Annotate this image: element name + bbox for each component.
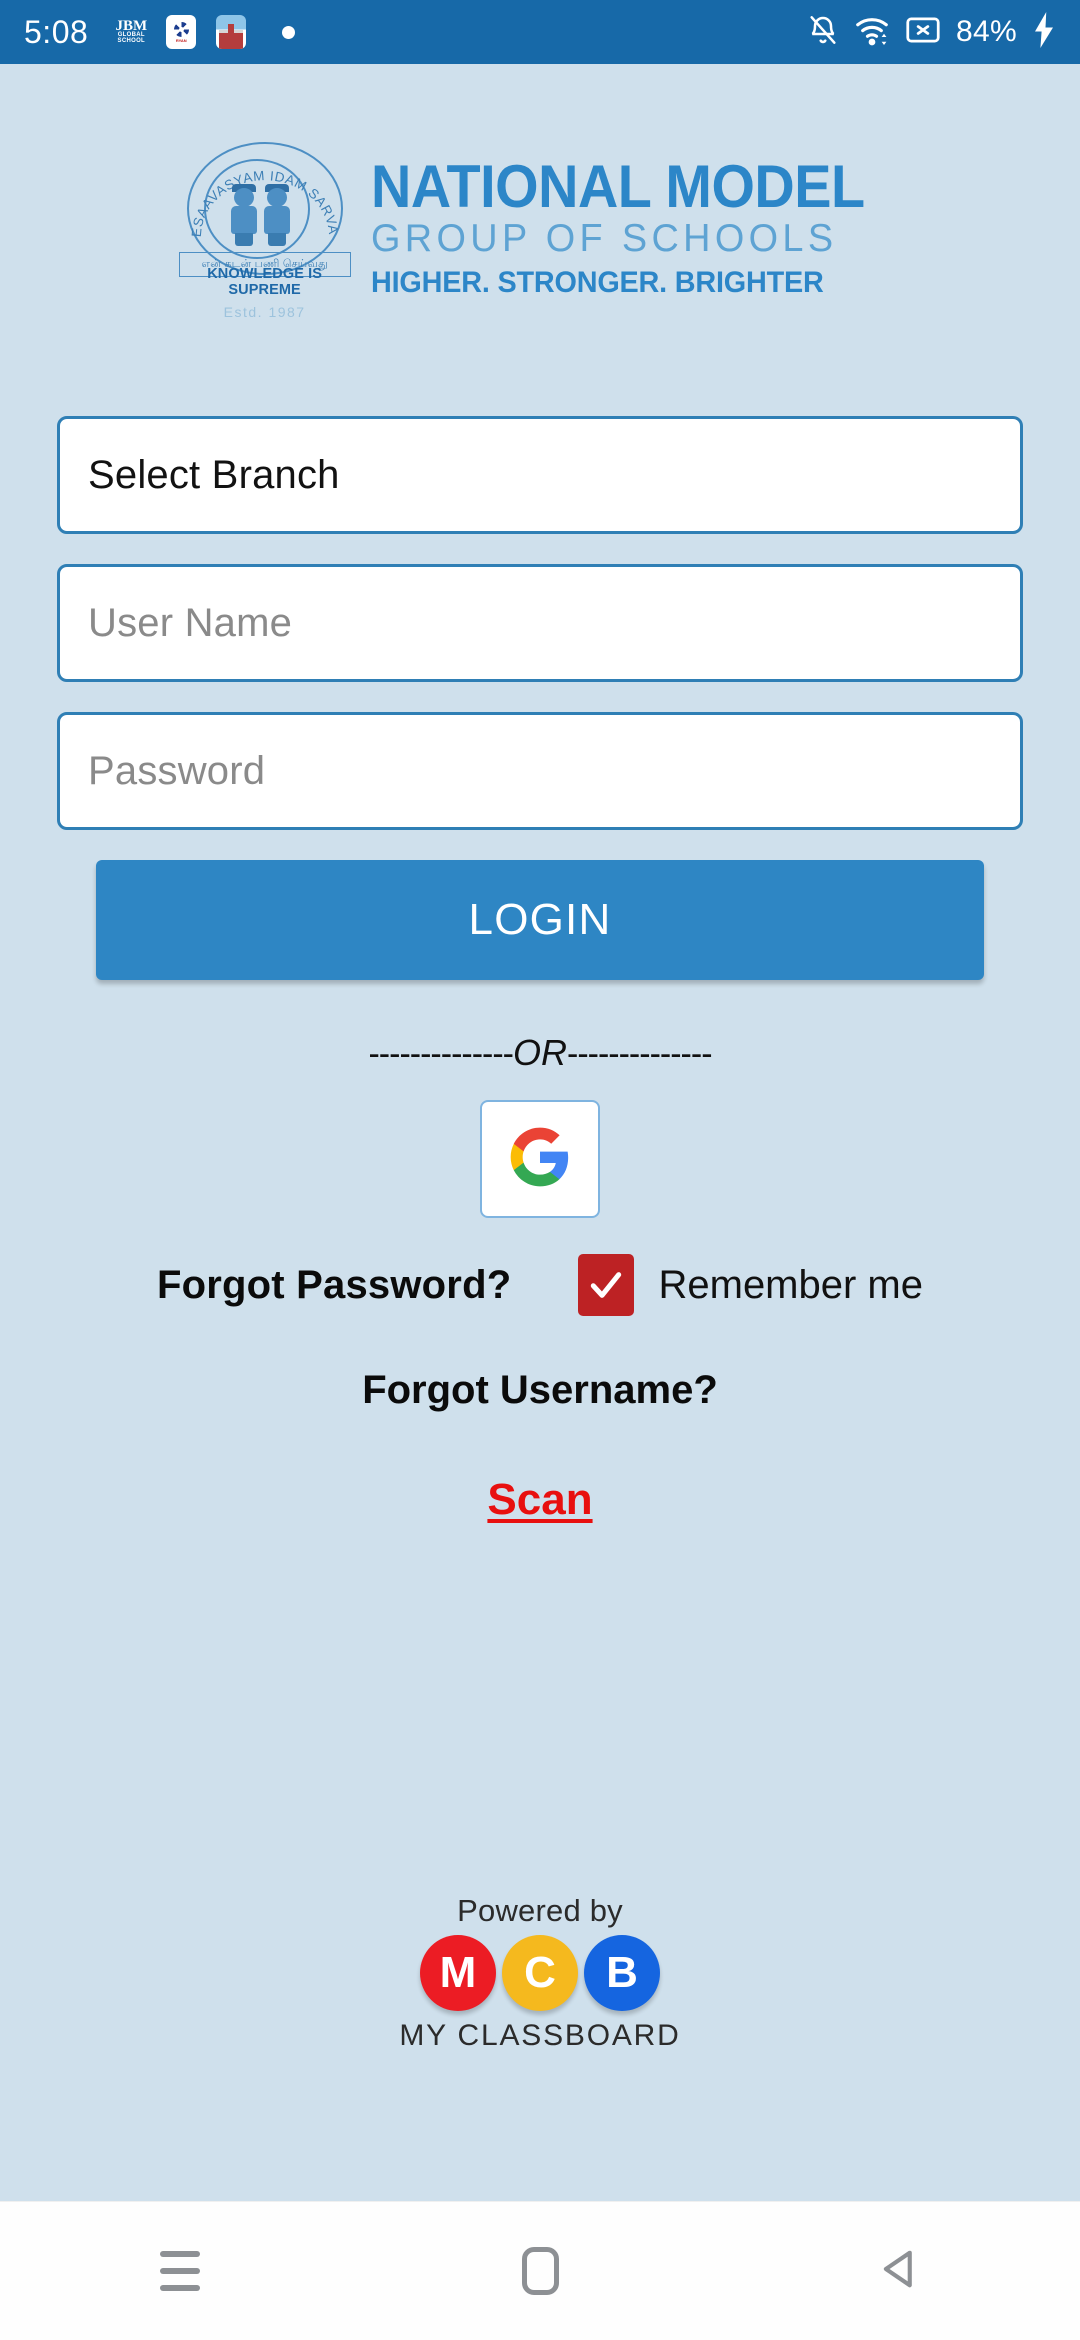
school-name-block: NATIONAL MODEL GROUP OF SCHOOLS HIGHER. …: [370, 152, 902, 306]
more-notifications-dot-icon: [282, 25, 296, 39]
remember-me-checkbox[interactable]: [578, 1254, 635, 1316]
wifi-icon: [854, 13, 890, 52]
school-name-secondary: GROUP OF SCHOOLS: [370, 216, 838, 260]
ryan-school-app-icon: RYAN: [164, 12, 198, 52]
home-button[interactable]: [465, 2202, 615, 2340]
jbm-icon-line3: SCHOOL: [117, 37, 145, 44]
username-placeholder: User Name: [88, 600, 293, 645]
school-building-app-icon: [214, 12, 248, 52]
forgot-password-link[interactable]: Forgot Password?: [157, 1263, 511, 1308]
charging-bolt-icon: [1032, 11, 1056, 53]
battery-percentage: 84%: [956, 15, 1017, 48]
powered-by-footer: Powered by M C B MY CLASSBOARD: [0, 1893, 1080, 2053]
forgot-username-link[interactable]: Forgot Username?: [57, 1368, 1023, 1413]
username-field[interactable]: User Name: [57, 564, 1023, 682]
school-tagline: HIGHER. STRONGER. BRIGHTER: [370, 266, 824, 300]
or-divider-left: --------------: [368, 1035, 514, 1073]
seal-children-figures: [225, 176, 297, 246]
remember-me-group[interactable]: Remember me: [578, 1254, 923, 1316]
seal-established-year: Estd. 1987: [223, 304, 306, 320]
mcb-badge-b: B: [584, 1935, 660, 2011]
status-bar-notification-icons: JBM GLOBAL SCHOOL RYAN: [114, 12, 296, 52]
scan-link[interactable]: Scan: [487, 1475, 592, 1524]
branch-select-value: Select Branch: [88, 452, 340, 497]
mcb-badge-c: C: [502, 1935, 578, 2011]
notifications-silent-icon: [807, 12, 839, 53]
school-name-primary: NATIONAL MODEL: [370, 152, 865, 220]
recents-icon: [160, 2251, 200, 2291]
phone-screen: 5:08 JBM GLOBAL SCHOOL RYAN 84% ESAAVASY…: [0, 0, 1080, 2340]
back-icon: [874, 2243, 926, 2300]
status-bar-system-icons: 84%: [807, 11, 1056, 53]
status-bar-clock: 5:08: [24, 13, 89, 50]
forgot-password-row: Forgot Password? Remember me: [57, 1254, 1023, 1316]
back-button[interactable]: [825, 2202, 975, 2340]
home-icon: [521, 2247, 559, 2295]
google-signin-button[interactable]: [480, 1100, 600, 1218]
ryan-icon-label: RYAN: [175, 37, 187, 43]
myclassboard-brand-name: MY CLASSBOARD: [399, 2019, 681, 2052]
mcb-badge-m: M: [420, 1935, 496, 2011]
android-navigation-bar: [0, 2201, 1080, 2340]
powered-by-label: Powered by: [457, 1893, 623, 1928]
login-button[interactable]: LOGIN: [96, 860, 984, 980]
or-divider-word: OR: [513, 1032, 567, 1073]
branch-select[interactable]: Select Branch: [57, 416, 1023, 534]
google-icon: [508, 1125, 572, 1194]
or-divider: --------------OR--------------: [57, 1032, 1023, 1074]
jbm-global-school-app-icon: JBM GLOBAL SCHOOL: [115, 17, 148, 44]
status-bar: 5:08 JBM GLOBAL SCHOOL RYAN 84%: [0, 0, 1080, 64]
no-sim-icon: [905, 14, 941, 51]
or-divider-right: --------------: [567, 1035, 713, 1073]
seal-motto-english: KNOWLEDGE IS SUPREME: [207, 266, 323, 298]
login-form: Select Branch User Name Password LOGIN -…: [57, 320, 1023, 1525]
school-seal-emblem: EESAAVASYAM IDAM SARVAM என் கடன் பணி செய…: [178, 142, 351, 320]
login-page: EESAAVASYAM IDAM SARVAM என் கடன் பணி செய…: [0, 64, 1080, 2201]
login-button-label: LOGIN: [468, 895, 612, 944]
password-placeholder: Password: [88, 748, 266, 793]
remember-me-label: Remember me: [658, 1262, 923, 1307]
myclassboard-logo: M C B: [0, 1935, 1080, 2011]
school-logo: EESAAVASYAM IDAM SARVAM என் கடன் பணி செய…: [0, 64, 1080, 320]
recents-button[interactable]: [105, 2202, 255, 2340]
password-field[interactable]: Password: [57, 712, 1023, 830]
ryan-logo-mark: [173, 21, 189, 37]
checkmark-icon: [591, 1272, 622, 1298]
